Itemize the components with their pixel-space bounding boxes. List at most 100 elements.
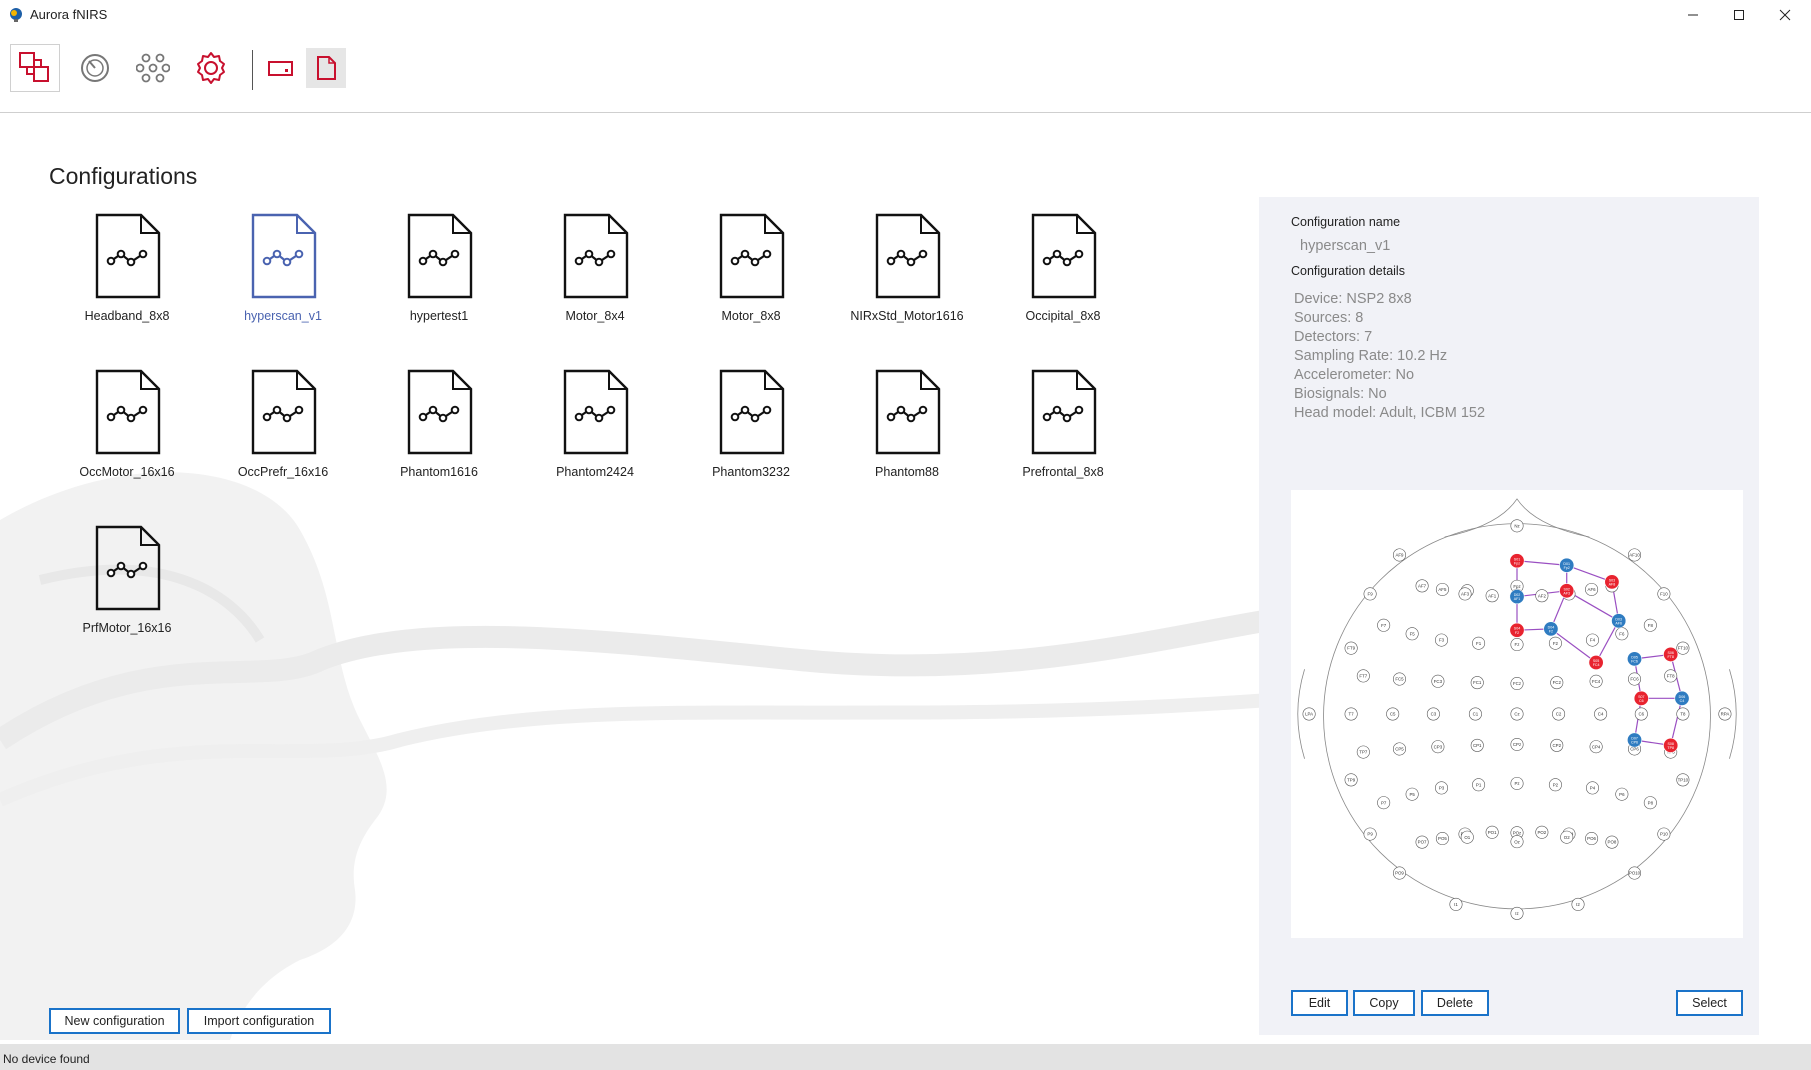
configuration-item[interactable]: Motor_8x8 [673,213,829,353]
status-text: No device found [3,1052,90,1066]
montage-source-position-label: Fpz [1514,561,1520,565]
configuration-item[interactable]: Phantom88 [829,369,985,509]
montage-electrode: FC4 [1589,674,1603,688]
montage-source: S01Fpz [1509,553,1525,569]
montage-electrode-label: AF5 [1438,587,1447,592]
configuration-item[interactable]: NIRxStd_Motor1616 [829,213,985,353]
configuration-name-value: hyperscan_v1 [1300,238,1391,254]
montage-electrode: TP9 [1344,773,1358,787]
device-button[interactable] [256,44,306,92]
montage-electrode-label: P6 [1619,792,1625,797]
copy-button[interactable]: Copy [1353,990,1415,1016]
status-bar: No device found [0,1044,1811,1070]
detail-device: Device: NSP2 8x8 [1294,291,1412,307]
montage-electrode: FC5 [1392,672,1406,686]
montage-detector-position-label: CP6 [1631,741,1638,745]
minimize-button[interactable] [1670,0,1716,30]
configuration-item[interactable]: hypertest1 [361,213,517,353]
montage-electrode: P10 [1657,827,1671,841]
montage-detector-position-label: AF1 [1514,597,1521,601]
montage-electrode: PO8 [1605,835,1619,849]
montage-electrode-label: CP4 [1592,744,1601,749]
montage-electrode-label: AF1 [1488,593,1497,598]
montage-electrode-label: F1 [1476,641,1482,646]
configuration-item[interactable]: Phantom3232 [673,369,829,509]
detail-accelerometer: Accelerometer: No [1294,367,1415,383]
maximize-button[interactable] [1716,0,1762,30]
network-button[interactable] [128,44,178,92]
montage-electrode-label: AF7 [1418,583,1427,588]
configuration-item[interactable]: Headband_8x8 [49,213,205,353]
montage-electrode-label: FCz [1513,681,1521,686]
configuration-item[interactable]: OccPrefr_16x16 [205,369,361,509]
montage-detector: D01Fp2 [1559,557,1575,573]
montage-source: S08TP8 [1663,737,1679,753]
montage-electrode-label: AF6 [1588,587,1597,592]
configuration-item[interactable]: Prefrontal_8x8 [985,369,1141,509]
close-button[interactable] [1762,0,1808,30]
configuration-item-label: Occipital_8x8 [1025,309,1101,323]
montage-electrode-label: PO10 [1629,871,1641,876]
montage-electrode-label: O1 [1464,835,1470,840]
configuration-item[interactable]: hyperscan_v1 [205,213,361,353]
montage-electrode: T8 [1676,707,1690,721]
device-icon [268,61,293,76]
montage-detector-position-label: F2 [1549,629,1553,633]
dashboard-button[interactable] [70,44,120,92]
configuration-item[interactable]: Phantom1616 [361,369,517,509]
minimize-icon [1688,14,1698,16]
montage-electrode-label: PO6 [1587,836,1596,841]
montage-detector: D06C4 [1674,690,1690,706]
configuration-item-label: Prefrontal_8x8 [1022,465,1104,479]
configuration-item[interactable]: Motor_8x4 [517,213,673,353]
montage-electrode: PO9 [1392,866,1406,880]
montage-electrode: RPA [1718,707,1732,721]
montage-electrode: C3 [1426,707,1440,721]
montage-electrode-label: PO9 [1395,871,1404,876]
montage-electrode-label: F8 [1648,623,1654,628]
delete-button[interactable]: Delete [1421,990,1489,1016]
montage-electrode-label: Fpz [1513,584,1520,589]
configurations-button[interactable] [10,44,60,92]
montage-electrode-label: P1 [1476,782,1482,787]
configuration-item-label: hypertest1 [409,309,469,323]
new-configuration-button[interactable]: New configuration [49,1008,180,1034]
montage-electrode-label: F4 [1590,638,1596,643]
import-configuration-button[interactable]: Import configuration [187,1008,331,1034]
montage-source-position-label: AF3 [1563,591,1570,595]
montage-electrode: Iz [1510,906,1524,920]
montage-electrode: F3 [1435,633,1449,647]
configurations-icon [19,52,49,82]
montage-head-diagram: NzFpzAF9AF10Fp1Fp2AF7AF5AF3AF1AFzAF2AF4A… [1297,498,1737,920]
document-icon [317,56,336,80]
montage-electrode: I1 [1449,897,1463,911]
settings-button[interactable] [186,44,236,92]
document-button[interactable] [306,48,346,88]
montage-electrode: CP4 [1589,740,1603,754]
title-bar: Aurora fNIRS [0,0,1811,30]
configuration-item-label: Phantom2424 [556,465,634,479]
montage-electrode-label: Pz [1514,781,1519,786]
select-button[interactable]: Select [1676,990,1743,1016]
configuration-item[interactable]: Occipital_8x8 [985,213,1141,353]
montage-detector: D02AF1 [1509,589,1525,605]
montage-electrode: TP7 [1356,745,1370,759]
configuration-item-label: hyperscan_v1 [244,309,322,323]
configuration-item[interactable]: PrfMotor_16x16 [49,525,205,665]
montage-electrode: C5 [1386,707,1400,721]
configuration-item-label: NIRxStd_Motor1616 [850,309,964,323]
montage-electrode: P1 [1472,778,1486,792]
montage-electrode: FT8 [1664,669,1678,683]
detail-biosignals: Biosignals: No [1294,386,1387,402]
detail-detectors: Detectors: 7 [1294,329,1373,345]
configuration-file-icon [407,369,473,455]
montage-electrode-label: FC5 [1395,677,1404,682]
edit-button[interactable]: Edit [1291,990,1348,1016]
configuration-item[interactable]: Phantom2424 [517,369,673,509]
configuration-file-icon [407,213,473,299]
configuration-item[interactable]: OccMotor_16x16 [49,369,205,509]
montage-electrode-label: FT8 [1667,674,1675,679]
montage-electrode-label: I2 [1576,902,1580,907]
montage-source: S03AF8 [1604,574,1620,590]
configuration-file-icon [563,213,629,299]
